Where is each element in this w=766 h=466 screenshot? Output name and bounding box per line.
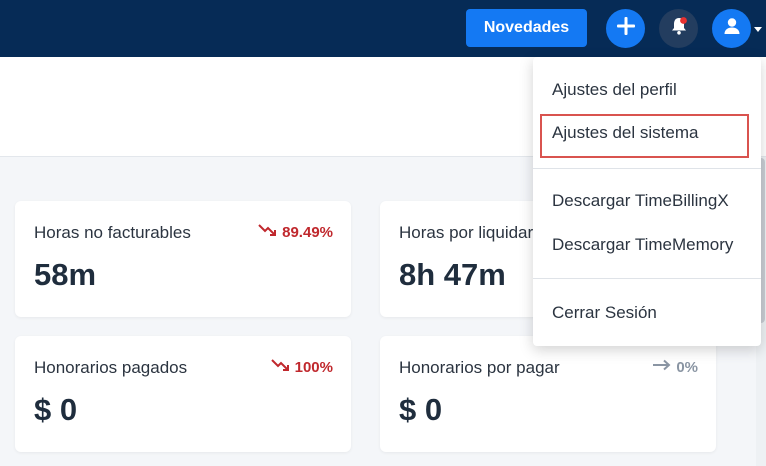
arrow-right-icon <box>652 358 672 376</box>
menu-item-system-settings[interactable]: Ajustes del sistema <box>552 123 698 143</box>
menu-item-download-timebillingx[interactable]: Descargar TimeBillingX <box>552 191 729 211</box>
card-value: $ 0 <box>399 392 443 427</box>
trend-value: 0% <box>676 358 698 376</box>
user-icon <box>722 16 742 41</box>
trend-indicator: 100% <box>270 358 333 376</box>
menu-divider <box>533 168 761 169</box>
user-menu-button[interactable] <box>712 9 751 48</box>
trend-value: 89.49% <box>282 223 333 241</box>
trending-down-icon <box>258 223 278 241</box>
trend-indicator: 89.49% <box>258 223 333 241</box>
card-title: Horas no facturables <box>34 223 191 242</box>
trend-value: 100% <box>294 358 333 376</box>
menu-item-logout[interactable]: Cerrar Sesión <box>552 303 657 323</box>
card-title: Honorarios por pagar <box>399 358 560 377</box>
menu-divider <box>533 278 761 279</box>
bell-icon <box>669 16 689 41</box>
card-value: 58m <box>34 257 97 292</box>
stat-card-fees-paid: Honorarios pagados 100% $ 0 <box>15 336 351 452</box>
card-value: 8h 47m <box>399 257 506 292</box>
top-navbar: Novedades <box>0 0 766 57</box>
card-title: Horas por liquidar <box>399 223 534 242</box>
user-dropdown-menu: Ajustes del perfil Ajustes del sistema D… <box>533 57 761 346</box>
stat-card-fees-to-pay: Honorarios por pagar 0% $ 0 <box>380 336 716 452</box>
menu-item-profile-settings[interactable]: Ajustes del perfil <box>552 80 677 100</box>
add-button[interactable] <box>606 9 645 48</box>
news-button[interactable]: Novedades <box>466 9 587 47</box>
menu-item-download-timememory[interactable]: Descargar TimeMemory <box>552 235 733 255</box>
card-title: Honorarios pagados <box>34 358 188 377</box>
plus-icon <box>615 15 637 42</box>
trend-indicator: 0% <box>652 358 698 376</box>
chevron-down-icon[interactable] <box>754 27 762 32</box>
stat-card-non-billable-hours: Horas no facturables 89.49% 58m <box>15 201 351 317</box>
notifications-button[interactable] <box>659 9 698 48</box>
trending-down-icon <box>270 358 291 376</box>
card-value: $ 0 <box>34 392 78 427</box>
